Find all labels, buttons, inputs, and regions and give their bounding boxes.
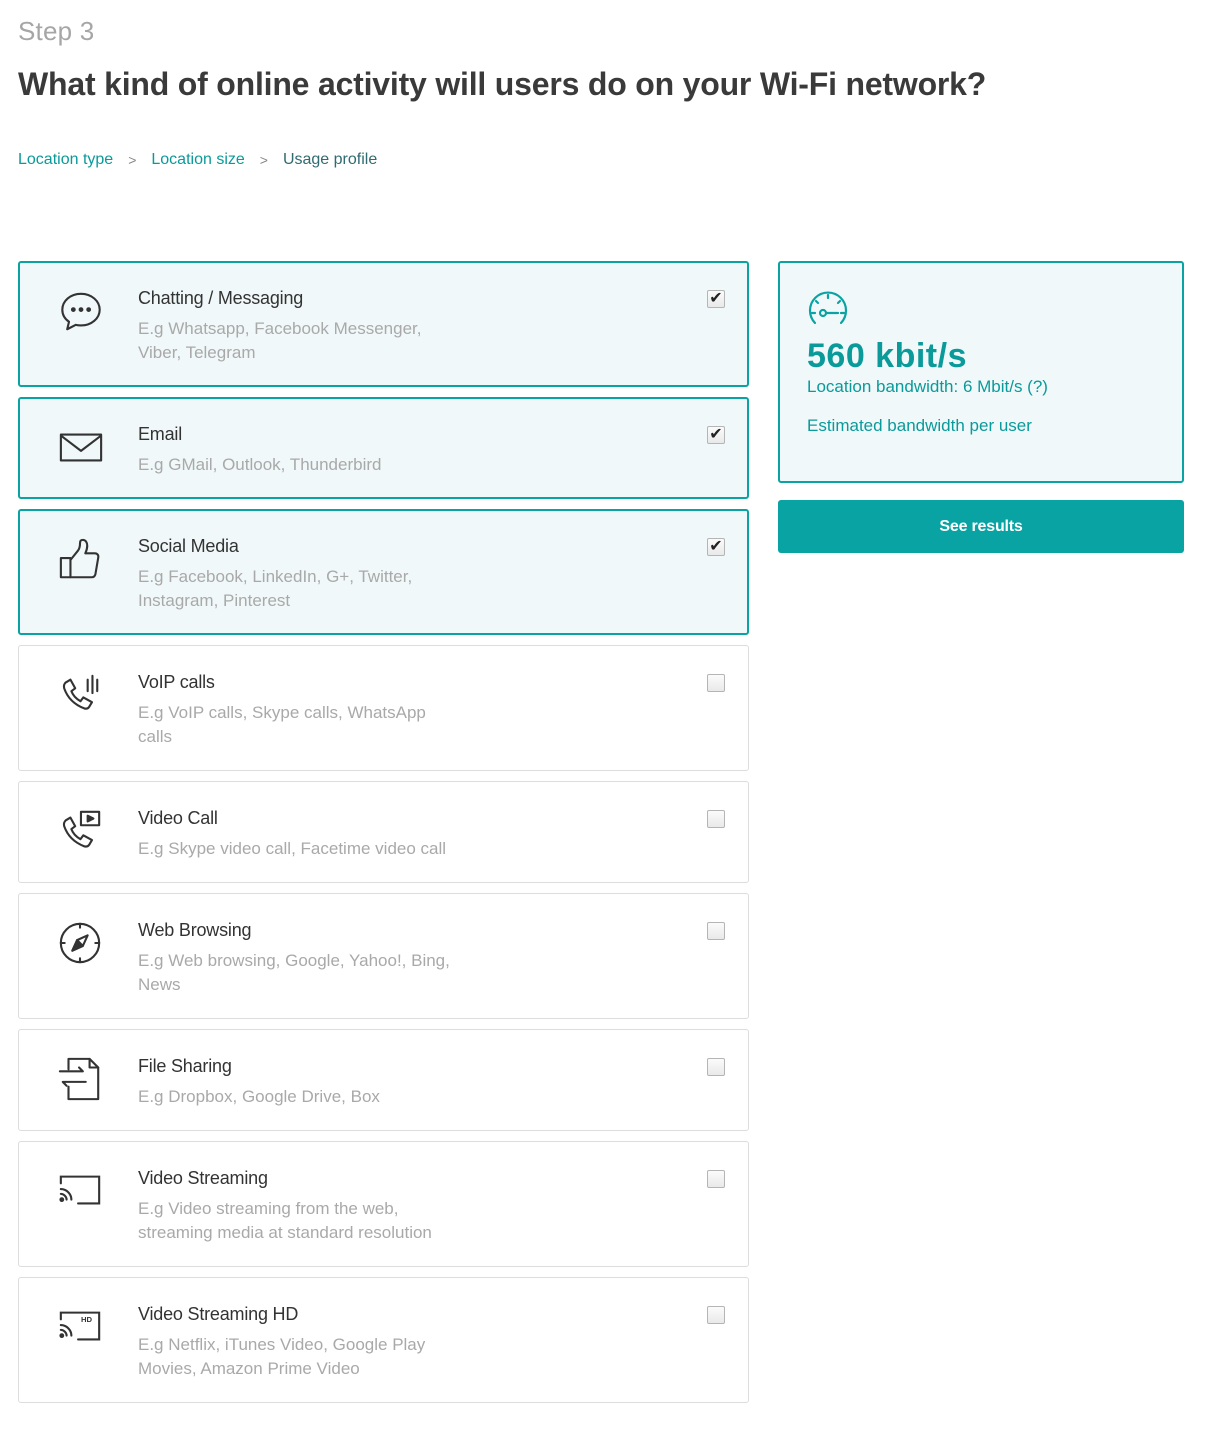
breadcrumb: Location type > Location size > Usage pr… [18, 151, 377, 169]
activity-card-email[interactable]: Email E.g GMail, Outlook, Thunderbird ✔ [18, 397, 749, 499]
activity-description: E.g GMail, Outlook, Thunderbird [138, 455, 382, 474]
activity-description: E.g Skype video call, Facetime video cal… [138, 839, 447, 858]
activity-checkbox[interactable]: ✔ [707, 538, 725, 556]
chat-bubble-icon [58, 289, 106, 337]
activity-checkbox[interactable] [707, 1170, 725, 1188]
activity-title: Video Streaming HD [138, 1304, 299, 1324]
cast-screen-icon [57, 1168, 105, 1216]
activity-title: Chatting / Messaging [138, 288, 304, 308]
activity-title: Video Call [138, 808, 218, 828]
activity-description: E.g Facebook, LinkedIn, G+, Twitter, Ins… [138, 567, 413, 610]
speedometer-icon [806, 289, 850, 329]
bandwidth-per-user-value: 560 kbit/s [807, 337, 967, 375]
activity-checkbox[interactable] [707, 1306, 725, 1324]
thumbs-up-icon [58, 537, 106, 585]
activity-card-video-call[interactable]: Video Call E.g Skype video call, Facetim… [18, 781, 749, 883]
activity-title: File Sharing [138, 1056, 232, 1076]
svg-text:HD: HD [81, 1315, 93, 1324]
activity-description: E.g VoIP calls, Skype calls, WhatsApp ca… [138, 703, 426, 746]
activity-title: Social Media [138, 536, 239, 556]
activity-description: E.g Dropbox, Google Drive, Box [138, 1087, 380, 1106]
activity-card-chatting[interactable]: Chatting / Messaging E.g Whatsapp, Faceb… [18, 261, 749, 387]
activity-card-social-media[interactable]: Social Media E.g Facebook, LinkedIn, G+,… [18, 509, 749, 635]
activity-checkbox[interactable] [707, 674, 725, 692]
activity-card-voip[interactable]: VoIP calls E.g VoIP calls, Skype calls, … [18, 645, 749, 771]
breadcrumb-separator: > [259, 152, 268, 168]
activity-list: Chatting / Messaging E.g Whatsapp, Faceb… [18, 261, 749, 1413]
voip-phone-icon [57, 672, 105, 720]
activity-title: Video Streaming [138, 1168, 268, 1188]
breadcrumb-location-type[interactable]: Location type [18, 151, 113, 169]
cast-hd-icon: HD [57, 1304, 105, 1352]
activity-checkbox[interactable] [707, 922, 725, 940]
activity-description: E.g Web browsing, Google, Yahoo!, Bing, … [138, 951, 450, 994]
bandwidth-result-panel: 560 kbit/s Location bandwidth: 6 Mbit/s … [778, 261, 1184, 483]
activity-title: Email [138, 424, 183, 444]
activity-description: E.g Netflix, iTunes Video, Google Play M… [138, 1335, 426, 1378]
compass-icon [57, 920, 105, 968]
envelope-icon [58, 425, 106, 473]
breadcrumb-separator: > [128, 152, 137, 168]
activity-card-file-sharing[interactable]: File Sharing E.g Dropbox, Google Drive, … [18, 1029, 749, 1131]
activity-checkbox[interactable]: ✔ [707, 290, 725, 308]
activity-checkbox[interactable] [707, 1058, 725, 1076]
activity-checkbox[interactable] [707, 810, 725, 828]
breadcrumb-location-size[interactable]: Location size [151, 151, 244, 169]
activity-card-web-browsing[interactable]: Web Browsing E.g Web browsing, Google, Y… [18, 893, 749, 1019]
see-results-button[interactable]: See results [778, 500, 1184, 553]
video-call-icon [57, 808, 105, 856]
location-bandwidth[interactable]: Location bandwidth: 6 Mbit/s (?) [807, 377, 1048, 397]
file-transfer-icon [57, 1056, 105, 1104]
activity-title: VoIP calls [138, 672, 215, 692]
step-label: Step 3 [18, 16, 95, 46]
activity-description: E.g Video streaming from the web, stream… [138, 1199, 432, 1242]
page-title: What kind of online activity will users … [18, 66, 987, 102]
bandwidth-caption: Estimated bandwidth per user [807, 416, 1032, 435]
activity-title: Web Browsing [138, 920, 252, 940]
activity-description: E.g Whatsapp, Facebook Messenger, Viber,… [138, 319, 422, 362]
activity-card-video-streaming-hd[interactable]: HD Video Streaming HD E.g Netflix, iTune… [18, 1277, 749, 1403]
breadcrumb-usage-profile: Usage profile [282, 151, 378, 168]
activity-card-video-streaming[interactable]: Video Streaming E.g Video streaming from… [18, 1141, 749, 1267]
activity-checkbox[interactable]: ✔ [707, 426, 725, 444]
